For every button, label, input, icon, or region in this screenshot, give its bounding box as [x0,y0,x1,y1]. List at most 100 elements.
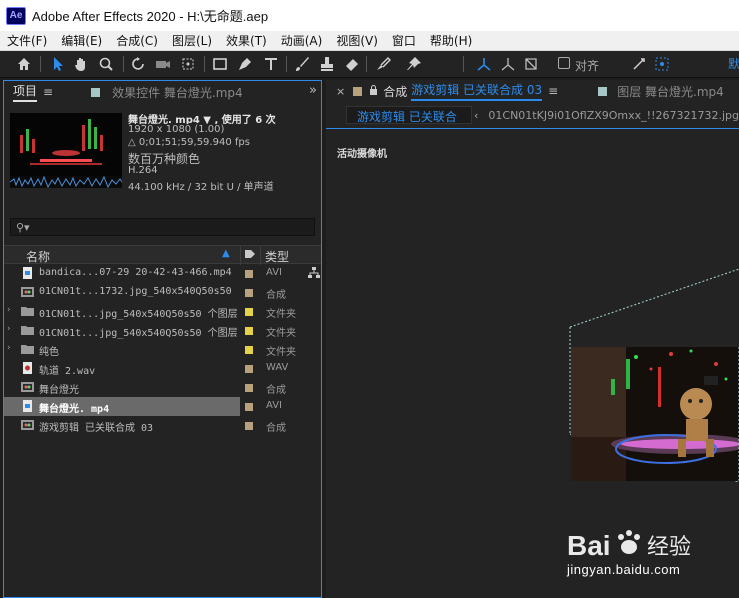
item-name-cell: 01CN01t...1732.jpg_540x540Q50s50 [4,283,240,302]
menu-effect[interactable]: 效果(T) [219,32,274,49]
menu-layer[interactable]: 图层(L) [165,32,219,49]
item-label-swatch[interactable] [245,270,253,278]
menu-view[interactable]: 视图(V) [329,32,385,49]
menu-edit[interactable]: 编辑(E) [54,32,109,49]
list-item[interactable]: 舞台燈光 合成 [4,378,321,397]
list-item[interactable]: bandica...07-29 20-42-43-466.mp4 AVI [4,264,321,283]
breadcrumb: 游戏剪辑 已关联合成 03 ‹ 01CN01tKJ9i01OflZX9Omxx_… [326,104,739,141]
more-tabs-icon[interactable]: » [309,83,317,98]
snapping-checkbox[interactable] [558,57,570,69]
menu-composition[interactable]: 合成(C) [109,32,165,49]
tab-project[interactable]: 项目 [13,82,38,102]
close-icon[interactable]: × [336,85,345,98]
after-effects-logo: Ae [6,6,26,25]
expand-arrow-icon[interactable]: › [7,305,11,315]
item-name: bandica...07-29 20-42-43-466.mp4 [39,267,232,278]
label-color-swatch [353,86,363,96]
item-label-swatch[interactable] [245,346,253,354]
item-name-cell: 舞台燈光 [4,378,240,397]
item-name: 01CN01t...jpg_540x540Q50s50 个图层 [39,309,238,320]
eraser-tool-icon[interactable] [342,54,362,74]
brush-tool-icon[interactable] [292,54,312,74]
item-label-swatch[interactable] [245,422,253,430]
clone-stamp-tool-icon[interactable] [317,54,337,74]
list-item[interactable]: 轨道 2.wav WAV [4,359,321,378]
item-label-swatch[interactable] [245,308,253,316]
list-item[interactable]: 游戏剪辑 已关联合成 03 合成 [4,416,321,435]
label-column-icon[interactable] [244,249,256,261]
camera-tool-icon[interactable] [153,54,173,74]
selection-tool-icon[interactable] [48,54,68,74]
label-color-swatch [598,86,608,96]
watermark-brand: Bai [567,530,611,561]
item-label-swatch[interactable] [245,384,253,392]
composition-icon [21,287,34,297]
item-name-cell: 轨道 2.wav [4,359,240,378]
menu-animation[interactable]: 动画(A) [274,32,330,49]
tab-layer[interactable]: 图层 舞台燈光.mp4 [617,83,724,100]
item-label-swatch[interactable] [245,289,253,297]
type-tool-icon[interactable] [261,54,281,74]
column-divider[interactable] [260,246,261,265]
rotation-tool-icon[interactable] [129,54,149,74]
tab-effect-controls[interactable]: 效果控件 舞台燈光.mp4 [112,84,243,101]
list-item[interactable]: › 纯色 文件夹 [4,340,321,359]
title-bar: Ae Adobe After Effects 2020 - H:\无命题.aep [0,0,739,31]
lock-icon[interactable] [369,84,378,98]
breadcrumb-next[interactable]: 01CN01tKJ9i01OflZX9Omxx_!!267321732.jpg [488,109,739,122]
breadcrumb-current[interactable]: 游戏剪辑 已关联合成 03 [346,106,472,141]
expand-arrow-icon[interactable]: › [7,324,11,334]
column-name[interactable]: 名称 [26,248,50,265]
list-item[interactable]: 01CN01t...1732.jpg_540x540Q50s50 合成 [4,283,321,302]
panel-menu-icon[interactable]: ≡ [43,85,53,99]
view-axis-mode-icon[interactable] [521,54,541,74]
project-search-input[interactable]: ⚲▾ [10,218,315,236]
snap-magnet-icon[interactable] [629,54,649,74]
audio-waveform [10,176,122,188]
menu-window[interactable]: 窗口 [385,32,423,49]
sort-ascending-icon[interactable]: ▲ [222,248,230,259]
expand-arrow-icon[interactable]: › [7,343,11,353]
world-axis-mode-icon[interactable] [498,54,518,74]
active-camera-label: 活动摄像机 [337,149,387,160]
home-icon[interactable] [14,54,34,74]
puppet-pin-tool-icon[interactable] [404,54,424,74]
tab-composition-label[interactable]: 合成 [383,83,407,100]
workspace-default[interactable]: 默 [728,55,739,72]
list-item[interactable]: › 01CN01t...jpg_540x540Q50s50 个图层 文件夹 [4,321,321,340]
item-name: 纯色 [39,347,59,358]
local-axis-mode-icon[interactable] [474,54,494,74]
tools-toolbar: 对齐 默 [0,51,739,78]
flowchart-icon[interactable] [307,266,321,280]
folder-icon [21,345,34,354]
roto-brush-tool-icon[interactable] [373,54,393,74]
menu-help[interactable]: 帮助(H) [423,32,479,49]
search-icon: ⚲▾ [16,221,30,234]
3d-layer-preview[interactable] [566,269,739,484]
item-label-swatch[interactable] [245,327,253,335]
panel-menu-icon[interactable]: ≡ [548,84,558,98]
item-type: 文件夹 [266,309,296,320]
footage-duration: △ 0;01;51;59,59.940 fps [128,137,250,148]
pen-tool-icon[interactable] [235,54,255,74]
tab-composition-name[interactable]: 游戏剪辑 已关联合成 03 [411,81,543,101]
item-name-cell: 游戏剪辑 已关联合成 03 [4,416,240,435]
footage-dimensions: 1920 x 1080 (1.00) [128,124,225,135]
footage-icon [23,400,32,412]
rectangle-tool-icon[interactable] [210,54,230,74]
snap-options-icon[interactable] [652,54,672,74]
hand-tool-icon[interactable] [71,54,91,74]
chevron-left-icon[interactable]: ‹ [474,109,478,122]
zoom-tool-icon[interactable] [96,54,116,74]
item-label-swatch[interactable] [245,365,253,373]
list-item-selected[interactable]: 舞台燈光. mp4 AVI [4,397,321,416]
composition-icon [21,420,34,430]
column-type[interactable]: 类型 [265,248,289,265]
item-name: 01CN01t...1732.jpg_540x540Q50s50 [39,286,232,297]
column-divider[interactable] [240,246,241,265]
item-label-swatch[interactable] [245,403,253,411]
pan-behind-tool-icon[interactable] [178,54,198,74]
menu-file[interactable]: 文件(F) [0,32,54,49]
footage-name[interactable]: 舞台燈光. mp4 ▼ , 使用了 6 次 [128,111,320,124]
list-item[interactable]: › 01CN01t...jpg_540x540Q50s50 个图层 文件夹 [4,302,321,321]
